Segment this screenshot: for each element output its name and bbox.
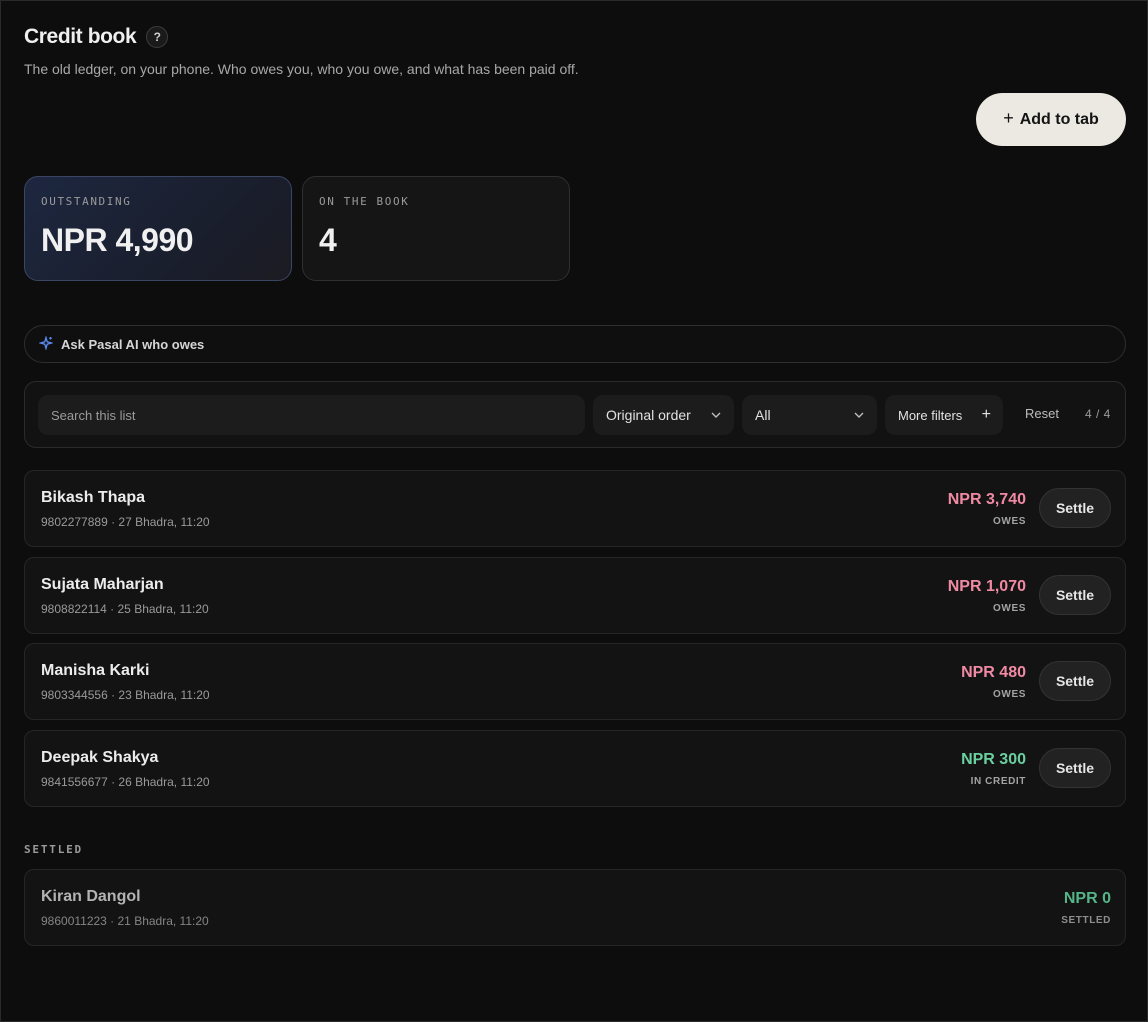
title-row: Credit book ? [24, 25, 169, 49]
plus-icon: + [1003, 107, 1014, 128]
filter-bar: Original order All More filters + Reset … [24, 381, 1126, 448]
balance-amount: NPR 480 [961, 664, 1026, 681]
table-row[interactable]: Kiran Dangol 9860011223 · 21 Bhadra, 11:… [24, 869, 1126, 946]
help-icon[interactable]: ? [146, 26, 169, 48]
ask-ai-label: Ask Pasal AI who owes [61, 336, 205, 352]
table-row[interactable]: Deepak Shakya 9841556677 · 26 Bhadra, 11… [24, 730, 1126, 807]
settle-button[interactable]: Settle [1039, 748, 1111, 788]
table-row[interactable]: Bikash Thapa 9802277889 · 27 Bhadra, 11:… [24, 470, 1126, 547]
balance-status: OWES [993, 516, 1026, 527]
status-filter-value: All [755, 407, 771, 423]
settle-button[interactable]: Settle [1039, 488, 1111, 528]
customer-name: Bikash Thapa [41, 489, 146, 506]
sort-order-select[interactable]: Original order [593, 395, 734, 435]
outstanding-value: NPR 4,990 [41, 222, 194, 258]
app-frame: Credit book ? The old ledger, on your ph… [0, 0, 1148, 1022]
more-filters-label: More filters [898, 407, 963, 423]
on-the-book-label: ON THE BOOK [319, 195, 410, 208]
customer-meta: 9802277889 · 27 Bhadra, 11:20 [41, 515, 210, 529]
balance-amount: NPR 3,740 [947, 491, 1026, 508]
sort-order-value: Original order [606, 407, 691, 423]
table-row[interactable]: Manisha Karki 9803344556 · 23 Bhadra, 11… [24, 643, 1126, 720]
customer-name: Sujata Maharjan [41, 576, 164, 593]
customer-name: Manisha Karki [41, 662, 150, 679]
search-input[interactable] [38, 395, 585, 435]
reset-button[interactable]: Reset [1025, 406, 1059, 421]
settled-section-label: SETTLED [24, 843, 83, 856]
settle-button[interactable]: Settle [1039, 575, 1111, 615]
plus-icon: + [981, 406, 991, 423]
on-the-book-value: 4 [319, 222, 337, 258]
result-count: 4 / 4 [1085, 407, 1111, 421]
customer-meta: 9808822114 · 25 Bhadra, 11:20 [41, 602, 209, 616]
more-filters-button[interactable]: More filters + [885, 395, 1003, 435]
chevron-down-icon [711, 409, 721, 421]
customer-name: Kiran Dangol [41, 888, 141, 905]
add-to-tab-button[interactable]: + Add to tab [976, 93, 1126, 146]
chevron-down-icon [854, 409, 864, 421]
status-filter-select[interactable]: All [742, 395, 877, 435]
customer-meta: 9803344556 · 23 Bhadra, 11:20 [41, 688, 210, 702]
balance-amount: NPR 1,070 [947, 578, 1026, 595]
table-row[interactable]: Sujata Maharjan 9808822114 · 25 Bhadra, … [24, 557, 1126, 634]
balance-amount: NPR 300 [961, 751, 1026, 768]
customer-name: Deepak Shakya [41, 749, 159, 766]
balance-status: OWES [993, 689, 1026, 700]
page-subtitle: The old ledger, on your phone. Who owes … [24, 61, 579, 77]
customer-meta: 9841556677 · 26 Bhadra, 11:20 [41, 775, 210, 789]
balance-status: IN CREDIT [970, 776, 1026, 787]
balance-status: SETTLED [1061, 915, 1111, 926]
balance-amount: NPR 0 [1063, 890, 1111, 907]
page-title: Credit book [24, 25, 137, 48]
settle-button[interactable]: Settle [1039, 661, 1111, 701]
sparkle-icon [38, 334, 54, 353]
customer-meta: 9860011223 · 21 Bhadra, 11:20 [41, 914, 209, 928]
outstanding-label: OUTSTANDING [41, 195, 132, 208]
balance-status: OWES [993, 603, 1026, 614]
on-the-book-card: ON THE BOOK 4 [302, 176, 570, 281]
outstanding-card: OUTSTANDING NPR 4,990 [24, 176, 292, 281]
ask-ai-button[interactable]: Ask Pasal AI who owes [24, 325, 1126, 363]
add-to-tab-label: Add to tab [1019, 110, 1099, 128]
